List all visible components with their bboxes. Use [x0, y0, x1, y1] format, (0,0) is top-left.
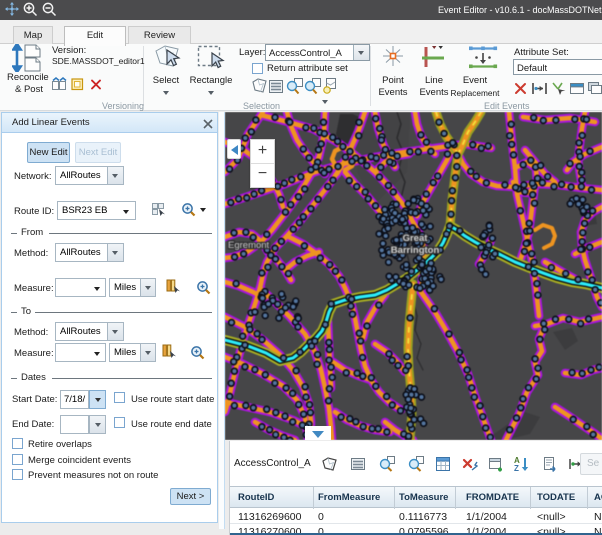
svg-text:Z: Z [514, 464, 519, 472]
svg-text:Great: Great [403, 233, 429, 244]
svg-text:Egremont: Egremont [228, 240, 270, 251]
svg-text:Barrington: Barrington [391, 245, 440, 256]
